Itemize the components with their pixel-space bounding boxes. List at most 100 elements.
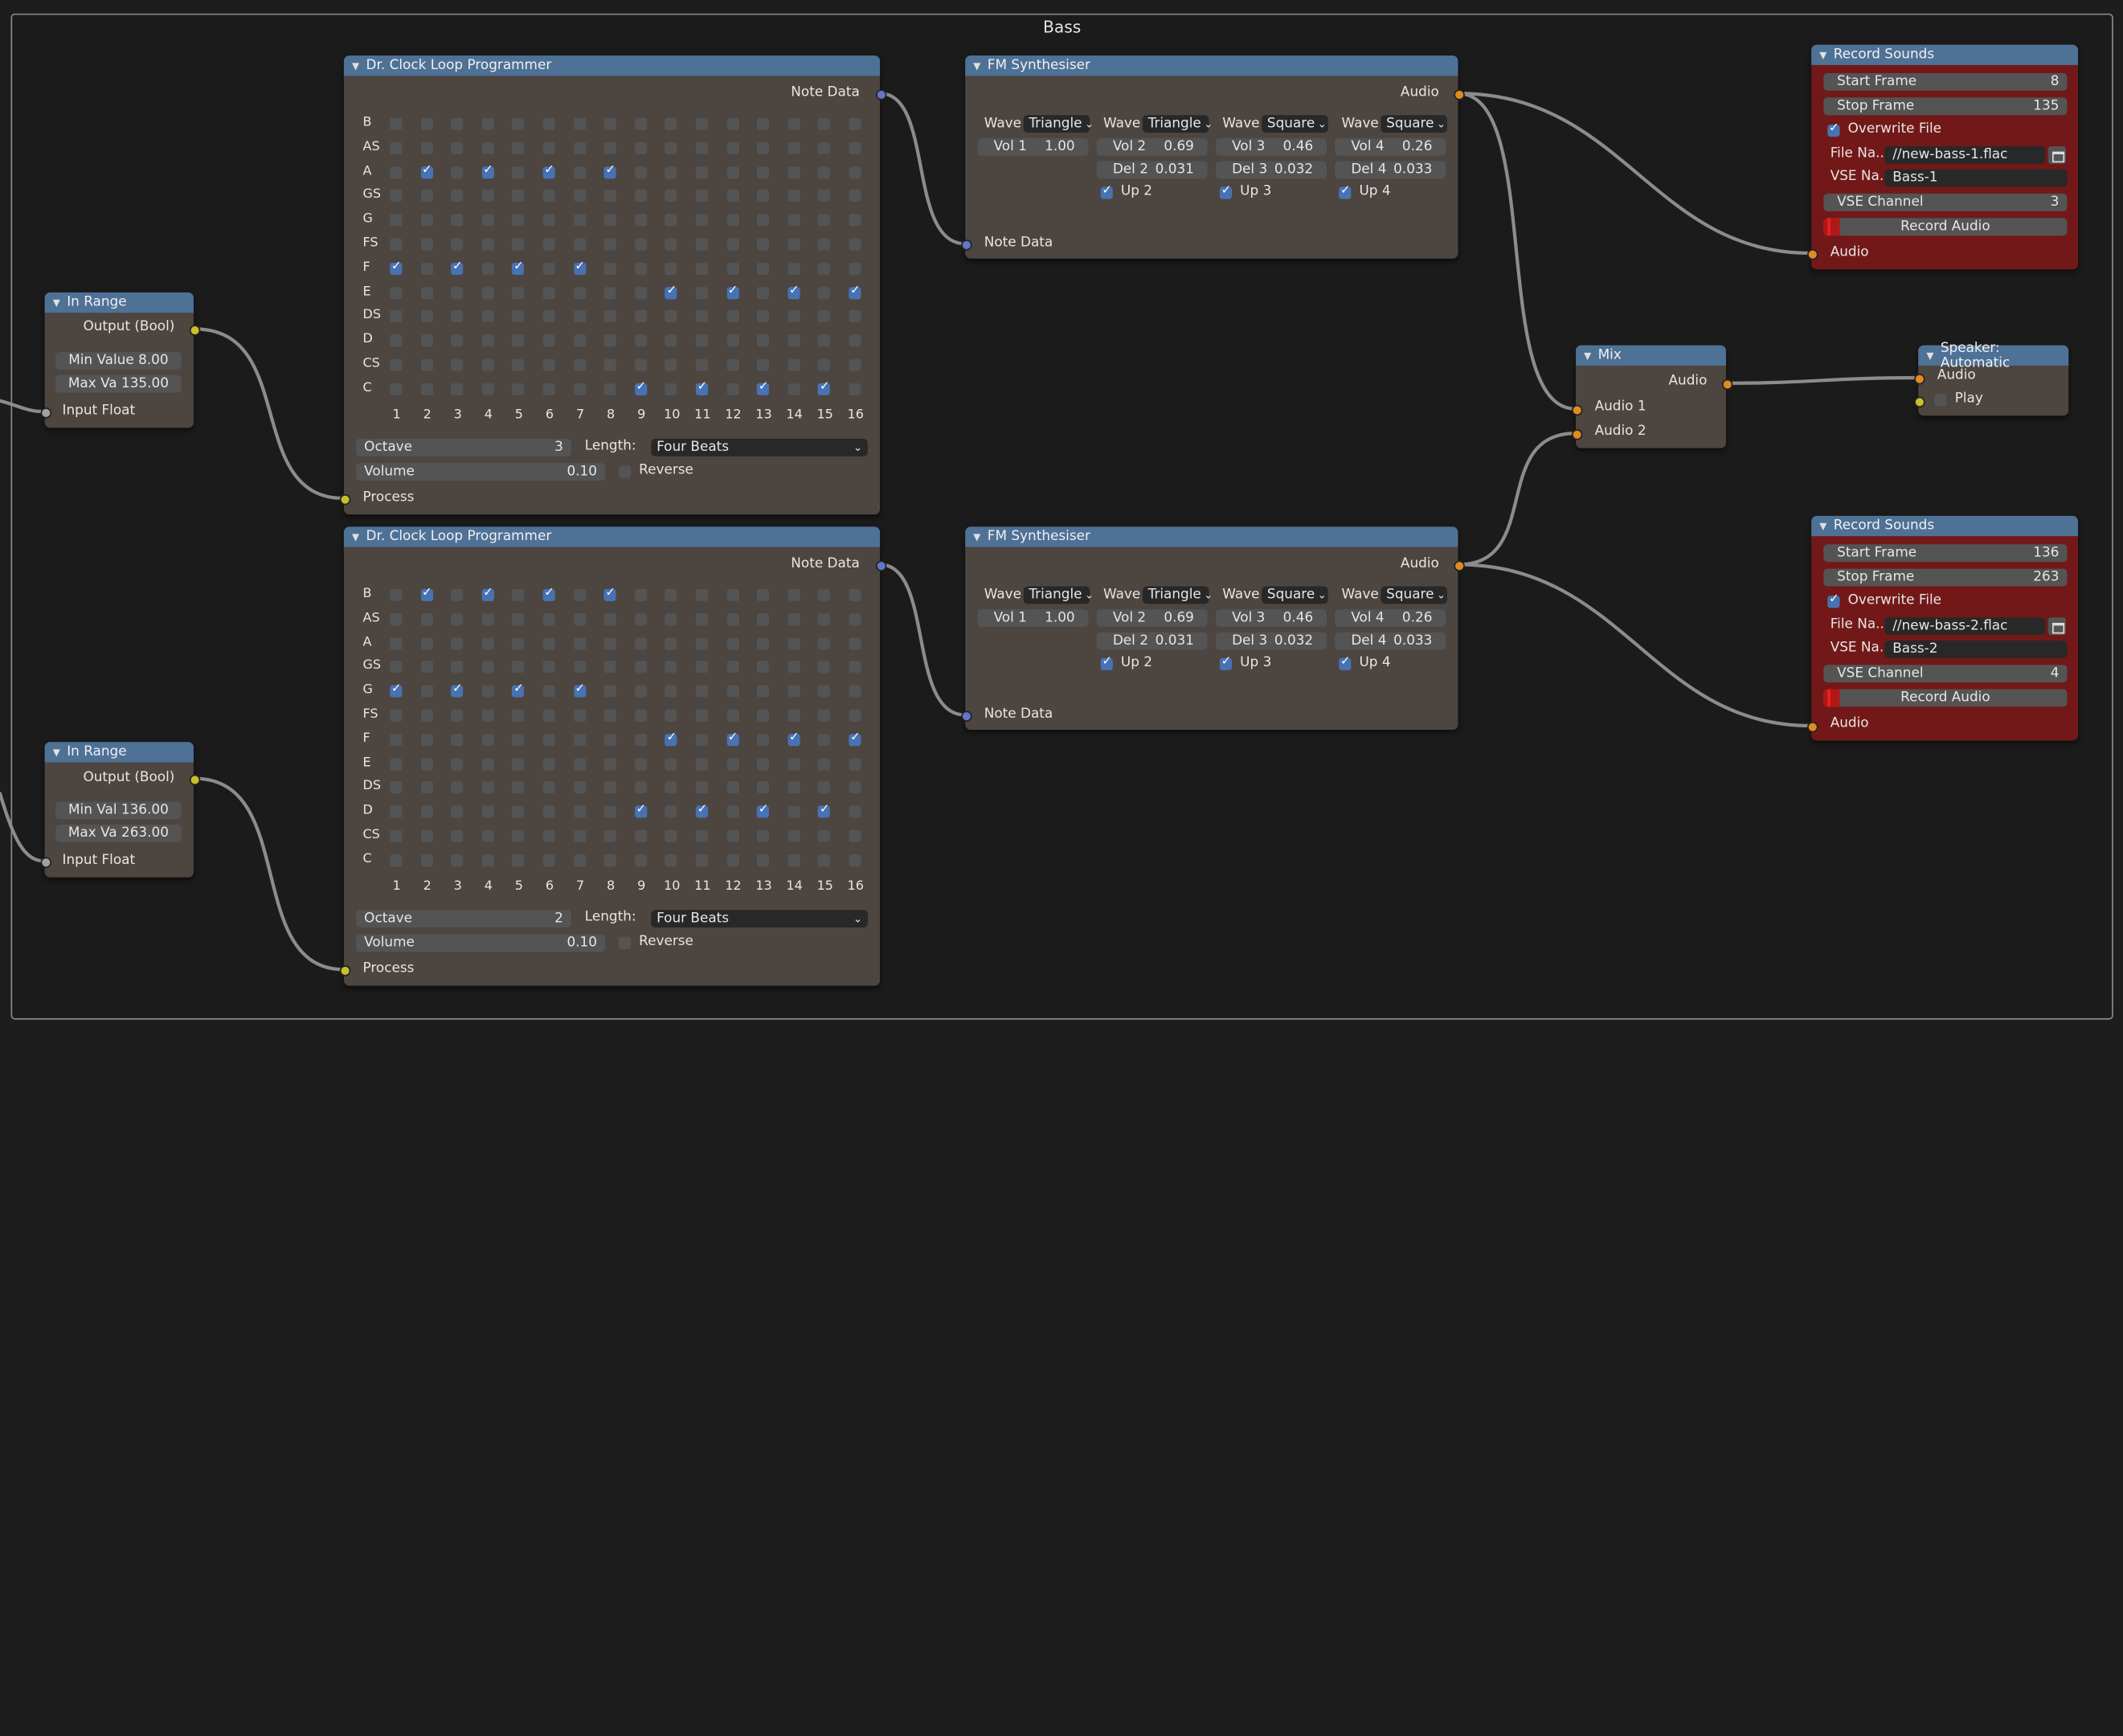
note-step-checkbox[interactable] bbox=[542, 637, 555, 649]
note-step-checkbox[interactable] bbox=[634, 588, 647, 602]
wave-dropdown[interactable]: Square ⌄ bbox=[1381, 586, 1447, 604]
note-step-checkbox[interactable] bbox=[451, 733, 464, 746]
note-step-checkbox[interactable] bbox=[573, 682, 586, 698]
note-step-checkbox[interactable] bbox=[818, 380, 831, 395]
note-step-checkbox[interactable] bbox=[603, 358, 616, 371]
note-step-checkbox[interactable] bbox=[726, 141, 739, 154]
note-step-checkbox[interactable] bbox=[787, 166, 800, 178]
note-step-checkbox[interactable] bbox=[757, 214, 770, 227]
note-step-checkbox[interactable] bbox=[390, 854, 403, 866]
note-step-checkbox[interactable] bbox=[542, 586, 555, 602]
note-step-checkbox[interactable] bbox=[634, 310, 647, 323]
note-step-checkbox[interactable] bbox=[787, 358, 800, 371]
audio-output-socket[interactable] bbox=[1454, 89, 1465, 100]
note-step-checkbox[interactable] bbox=[420, 358, 433, 371]
note-step-checkbox[interactable] bbox=[512, 286, 525, 299]
note-step-checkbox[interactable] bbox=[420, 685, 433, 698]
note-step-checkbox[interactable] bbox=[726, 757, 739, 770]
note-step-checkbox[interactable] bbox=[573, 588, 586, 602]
note-step-checkbox[interactable] bbox=[757, 854, 770, 866]
note-step-checkbox[interactable] bbox=[818, 310, 831, 323]
reverse-checkbox[interactable] bbox=[618, 465, 632, 478]
note-step-checkbox[interactable] bbox=[695, 709, 709, 722]
note-step-checkbox[interactable] bbox=[849, 383, 861, 395]
min-value-field[interactable]: Min Val 136.00 bbox=[55, 801, 182, 820]
note-step-checkbox[interactable] bbox=[603, 612, 616, 625]
note-step-checkbox[interactable] bbox=[542, 163, 555, 178]
note-step-checkbox[interactable] bbox=[818, 612, 831, 625]
note-step-checkbox[interactable] bbox=[634, 380, 647, 395]
node-header[interactable]: ▼ In Range bbox=[44, 292, 194, 313]
note-step-checkbox[interactable] bbox=[390, 334, 403, 347]
note-step-checkbox[interactable] bbox=[420, 757, 433, 770]
note-step-checkbox[interactable] bbox=[542, 117, 555, 130]
note-step-checkbox[interactable] bbox=[726, 854, 739, 866]
note-step-checkbox[interactable] bbox=[420, 781, 433, 794]
note-step-checkbox[interactable] bbox=[390, 383, 403, 395]
up-checkbox[interactable] bbox=[1100, 655, 1113, 670]
note-step-checkbox[interactable] bbox=[420, 334, 433, 347]
note-step-checkbox[interactable] bbox=[695, 661, 709, 674]
wave-dropdown[interactable]: Square ⌄ bbox=[1381, 115, 1447, 133]
note-step-checkbox[interactable] bbox=[726, 262, 739, 275]
note-step-checkbox[interactable] bbox=[481, 586, 494, 602]
note-step-checkbox[interactable] bbox=[512, 334, 525, 347]
note-step-checkbox[interactable] bbox=[420, 612, 433, 625]
note-step-checkbox[interactable] bbox=[542, 805, 555, 818]
note-step-checkbox[interactable] bbox=[420, 286, 433, 299]
note-step-checkbox[interactable] bbox=[451, 141, 464, 154]
octave-field[interactable]: Octave 2 bbox=[356, 910, 571, 928]
note-step-checkbox[interactable] bbox=[512, 733, 525, 746]
note-step-checkbox[interactable] bbox=[542, 286, 555, 299]
note-step-checkbox[interactable] bbox=[634, 166, 647, 178]
note-step-checkbox[interactable] bbox=[757, 380, 770, 395]
note-step-checkbox[interactable] bbox=[481, 612, 494, 625]
collapse-icon[interactable]: ▼ bbox=[1819, 521, 1826, 531]
note-step-checkbox[interactable] bbox=[726, 310, 739, 323]
node-fm-synthesiser-2[interactable]: ▼ FM Synthesiser Audio Wave Triangle ⌄ Vol 1… bbox=[965, 526, 1458, 731]
note-step-checkbox[interactable] bbox=[634, 141, 647, 154]
note-step-checkbox[interactable] bbox=[695, 733, 709, 746]
note-step-checkbox[interactable] bbox=[481, 163, 494, 178]
note-step-checkbox[interactable] bbox=[695, 214, 709, 227]
note-step-checkbox[interactable] bbox=[849, 190, 861, 203]
wave-dropdown[interactable]: Triangle ⌄ bbox=[1142, 115, 1213, 133]
note-step-checkbox[interactable] bbox=[757, 803, 770, 818]
note-step-checkbox[interactable] bbox=[542, 334, 555, 347]
note-step-checkbox[interactable] bbox=[542, 214, 555, 227]
note-step-checkbox[interactable] bbox=[695, 190, 709, 203]
note-step-checkbox[interactable] bbox=[787, 141, 800, 154]
note-step-checkbox[interactable] bbox=[573, 190, 586, 203]
note-step-checkbox[interactable] bbox=[726, 709, 739, 722]
note-step-checkbox[interactable] bbox=[390, 117, 403, 130]
note-step-checkbox[interactable] bbox=[849, 214, 861, 227]
note-step-checkbox[interactable] bbox=[542, 310, 555, 323]
stop-frame-field[interactable]: Stop Frame 135 bbox=[1823, 97, 2068, 116]
note-step-checkbox[interactable] bbox=[573, 358, 586, 371]
audio-input-socket[interactable] bbox=[1807, 248, 1818, 260]
note-step-checkbox[interactable] bbox=[818, 709, 831, 722]
note-step-checkbox[interactable] bbox=[390, 141, 403, 154]
note-step-checkbox[interactable] bbox=[481, 214, 494, 227]
note-step-checkbox[interactable] bbox=[573, 334, 586, 347]
note-step-checkbox[interactable] bbox=[420, 383, 433, 395]
note-step-checkbox[interactable] bbox=[665, 781, 678, 794]
note-step-checkbox[interactable] bbox=[451, 781, 464, 794]
note-step-checkbox[interactable] bbox=[726, 805, 739, 818]
note-step-checkbox[interactable] bbox=[726, 284, 739, 299]
note-step-checkbox[interactable] bbox=[420, 117, 433, 130]
note-step-checkbox[interactable] bbox=[603, 685, 616, 698]
record-audio-button[interactable]: Record Audio bbox=[1823, 689, 2068, 707]
note-step-checkbox[interactable] bbox=[390, 358, 403, 371]
record-audio-button[interactable]: Record Audio bbox=[1823, 218, 2068, 236]
del-field[interactable]: Del 3 0.032 bbox=[1215, 161, 1327, 179]
note-step-checkbox[interactable] bbox=[757, 757, 770, 770]
note-step-checkbox[interactable] bbox=[451, 661, 464, 674]
note-step-checkbox[interactable] bbox=[849, 757, 861, 770]
vol-field[interactable]: Vol 3 0.46 bbox=[1215, 137, 1327, 156]
note-step-checkbox[interactable] bbox=[603, 334, 616, 347]
note-step-checkbox[interactable] bbox=[665, 166, 678, 178]
note-step-checkbox[interactable] bbox=[603, 238, 616, 251]
note-step-checkbox[interactable] bbox=[390, 190, 403, 203]
note-step-checkbox[interactable] bbox=[818, 117, 831, 130]
